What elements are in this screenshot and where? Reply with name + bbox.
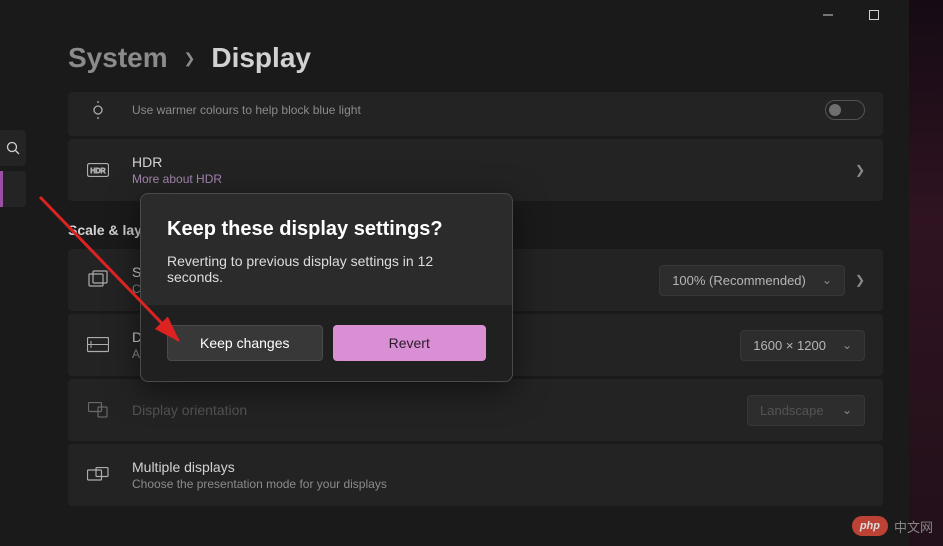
keep-settings-dialog: Keep these display settings? Reverting t… bbox=[140, 193, 513, 382]
dialog-text: Reverting to previous display settings i… bbox=[167, 253, 486, 285]
dialog-title: Keep these display settings? bbox=[167, 218, 486, 241]
revert-button[interactable]: Revert bbox=[333, 325, 487, 361]
watermark-badge: php bbox=[852, 516, 888, 536]
watermark-text: 中文网 bbox=[894, 517, 933, 536]
keep-changes-button[interactable]: Keep changes bbox=[167, 325, 323, 361]
watermark: php 中文网 bbox=[852, 516, 933, 536]
